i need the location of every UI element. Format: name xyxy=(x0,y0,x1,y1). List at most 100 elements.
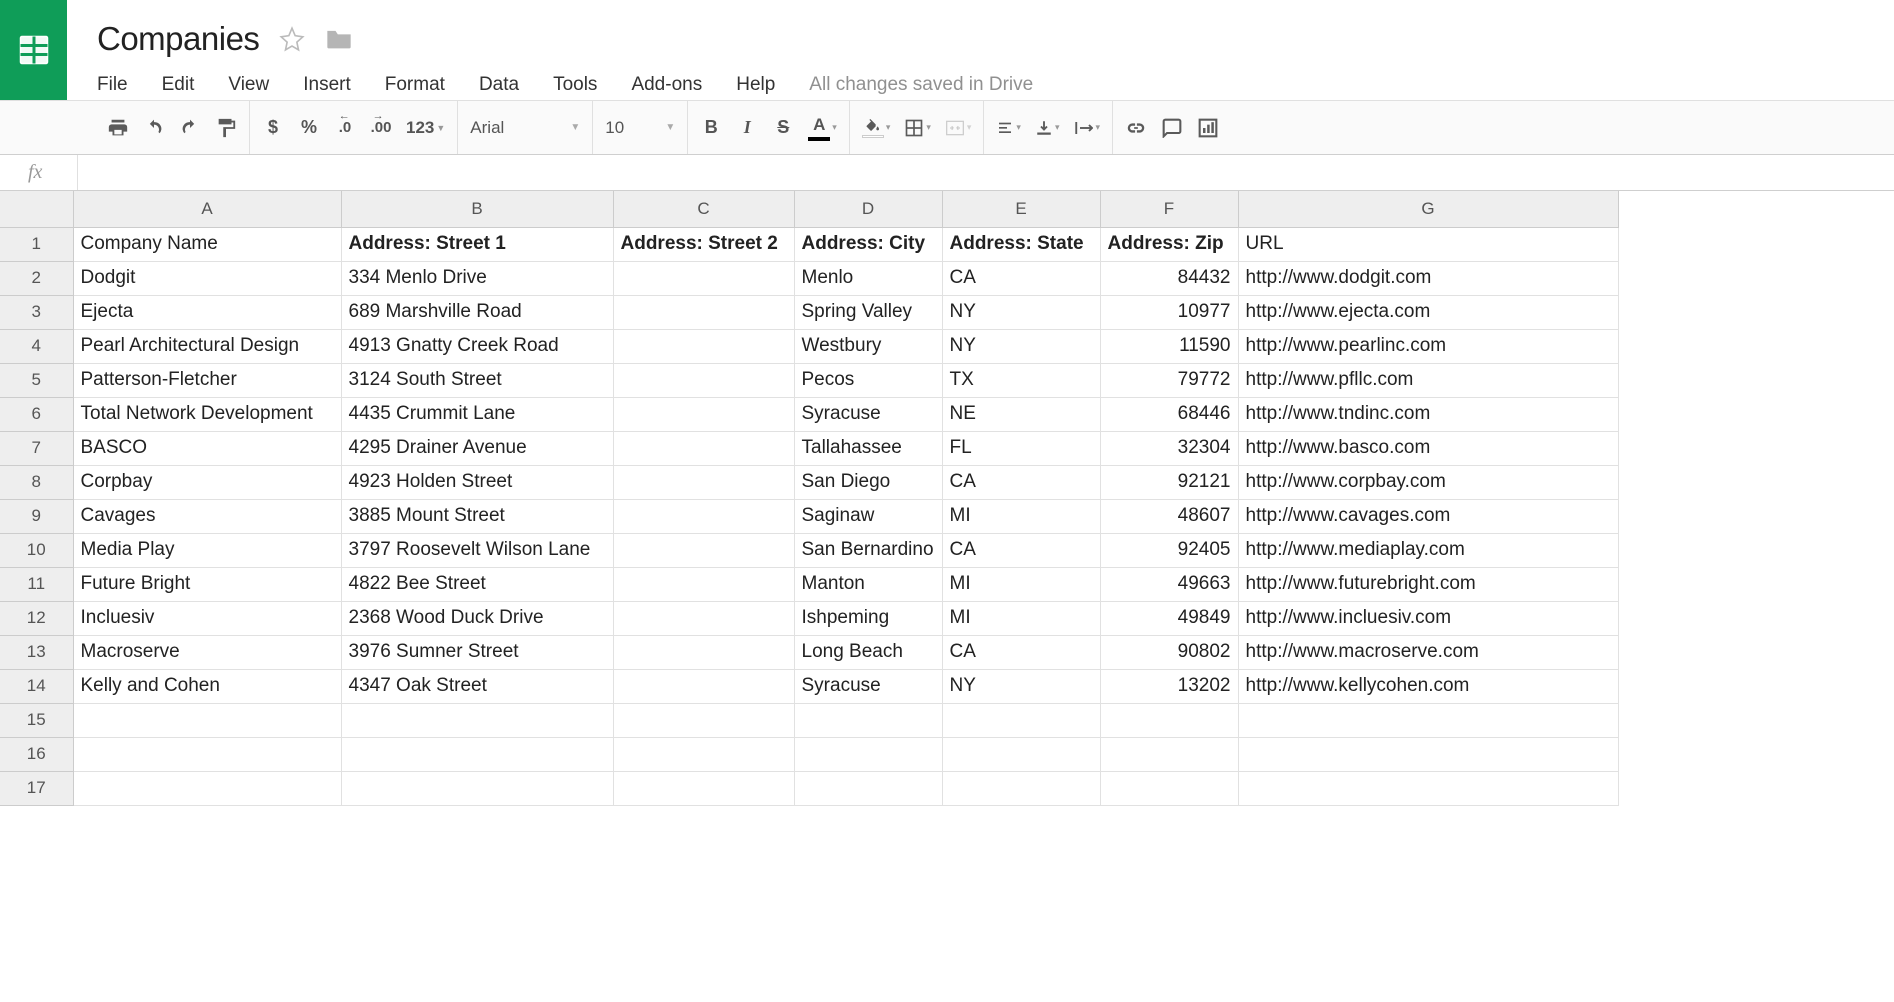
cell[interactable]: http://www.basco.com xyxy=(1238,431,1618,465)
cell[interactable] xyxy=(73,771,341,805)
cell[interactable]: http://www.futurebright.com xyxy=(1238,567,1618,601)
cell[interactable]: http://www.dodgit.com xyxy=(1238,261,1618,295)
table-row[interactable]: 14Kelly and Cohen4347 Oak StreetSyracuse… xyxy=(0,669,1618,703)
table-row[interactable]: 11Future Bright4822 Bee StreetMantonMI49… xyxy=(0,567,1618,601)
col-header-F[interactable]: F xyxy=(1100,191,1238,227)
cell[interactable]: http://www.pfllc.com xyxy=(1238,363,1618,397)
cell[interactable] xyxy=(73,737,341,771)
cell[interactable]: http://www.mediaplay.com xyxy=(1238,533,1618,567)
cell[interactable] xyxy=(613,533,794,567)
insert-chart-icon[interactable] xyxy=(1197,113,1219,143)
cell[interactable] xyxy=(1238,737,1618,771)
cell[interactable]: Kelly and Cohen xyxy=(73,669,341,703)
cell[interactable]: 13202 xyxy=(1100,669,1238,703)
table-row[interactable]: 4Pearl Architectural Design4913 Gnatty C… xyxy=(0,329,1618,363)
col-header-E[interactable]: E xyxy=(942,191,1100,227)
cell[interactable] xyxy=(613,465,794,499)
cell[interactable] xyxy=(613,703,794,737)
cell[interactable] xyxy=(613,329,794,363)
cell[interactable]: Spring Valley xyxy=(794,295,942,329)
cell[interactable] xyxy=(73,703,341,737)
spreadsheet-grid[interactable]: ABCDEFG1Company NameAddress: Street 1Add… xyxy=(0,191,1894,806)
cell[interactable]: 10977 xyxy=(1100,295,1238,329)
cell[interactable]: NE xyxy=(942,397,1100,431)
cell[interactable]: 48607 xyxy=(1100,499,1238,533)
cell[interactable]: NY xyxy=(942,295,1100,329)
cell[interactable] xyxy=(794,737,942,771)
cell[interactable] xyxy=(1100,737,1238,771)
cell[interactable] xyxy=(341,771,613,805)
cell[interactable] xyxy=(613,737,794,771)
menu-data[interactable]: Data xyxy=(479,74,519,96)
cell[interactable] xyxy=(613,397,794,431)
row-header-7[interactable]: 7 xyxy=(0,431,73,465)
cell[interactable] xyxy=(613,635,794,669)
cell[interactable]: Pecos xyxy=(794,363,942,397)
cell[interactable] xyxy=(794,771,942,805)
cell[interactable]: Future Bright xyxy=(73,567,341,601)
cell[interactable] xyxy=(942,703,1100,737)
col-header-B[interactable]: B xyxy=(341,191,613,227)
menu-view[interactable]: View xyxy=(228,74,269,96)
cell[interactable]: Syracuse xyxy=(794,397,942,431)
cell[interactable]: 2368 Wood Duck Drive xyxy=(341,601,613,635)
cell[interactable]: Tallahassee xyxy=(794,431,942,465)
h-align-button[interactable]: ▾ xyxy=(996,113,1021,143)
strike-button[interactable]: S xyxy=(772,113,794,143)
cell[interactable]: 4295 Drainer Avenue xyxy=(341,431,613,465)
table-row[interactable]: 3Ejecta689 Marshville RoadSpring ValleyN… xyxy=(0,295,1618,329)
cell[interactable] xyxy=(1100,703,1238,737)
menu-edit[interactable]: Edit xyxy=(162,74,195,96)
cell[interactable]: FL xyxy=(942,431,1100,465)
bold-button[interactable]: B xyxy=(700,113,722,143)
cell[interactable]: MI xyxy=(942,567,1100,601)
cell[interactable]: Pearl Architectural Design xyxy=(73,329,341,363)
cell[interactable]: Dodgit xyxy=(73,261,341,295)
cell[interactable]: 3976 Sumner Street xyxy=(341,635,613,669)
cell[interactable]: http://www.pearlinc.com xyxy=(1238,329,1618,363)
cell-C1[interactable]: Address: Street 2 xyxy=(613,227,794,261)
cell[interactable]: Menlo xyxy=(794,261,942,295)
cell[interactable]: Manton xyxy=(794,567,942,601)
cell[interactable] xyxy=(613,431,794,465)
cell[interactable]: 689 Marshville Road xyxy=(341,295,613,329)
cell-D1[interactable]: Address: City xyxy=(794,227,942,261)
cell[interactable] xyxy=(341,737,613,771)
table-row[interactable]: 9Cavages3885 Mount StreetSaginawMI48607h… xyxy=(0,499,1618,533)
undo-icon[interactable] xyxy=(143,113,165,143)
sheets-logo[interactable] xyxy=(0,0,67,100)
cell[interactable]: MI xyxy=(942,499,1100,533)
row-header-17[interactable]: 17 xyxy=(0,771,73,805)
borders-button[interactable]: ▾ xyxy=(904,113,931,143)
format-percent[interactable]: % xyxy=(298,113,320,143)
cell[interactable]: 92121 xyxy=(1100,465,1238,499)
cell[interactable]: TX xyxy=(942,363,1100,397)
v-align-button[interactable]: ▾ xyxy=(1035,113,1060,143)
cell[interactable] xyxy=(613,499,794,533)
cell[interactable] xyxy=(613,669,794,703)
more-formats[interactable]: 123▼ xyxy=(406,113,445,143)
cell[interactable]: Westbury xyxy=(794,329,942,363)
row-header-16[interactable]: 16 xyxy=(0,737,73,771)
row-header-12[interactable]: 12 xyxy=(0,601,73,635)
paint-format-icon[interactable] xyxy=(215,113,237,143)
cell[interactable]: http://www.corpbay.com xyxy=(1238,465,1618,499)
row-header-10[interactable]: 10 xyxy=(0,533,73,567)
print-icon[interactable] xyxy=(107,113,129,143)
col-header-D[interactable]: D xyxy=(794,191,942,227)
star-icon[interactable] xyxy=(279,26,305,52)
table-row[interactable]: 15 xyxy=(0,703,1618,737)
cell-B1[interactable]: Address: Street 1 xyxy=(341,227,613,261)
cell[interactable] xyxy=(341,703,613,737)
cell[interactable] xyxy=(613,601,794,635)
cell[interactable]: 92405 xyxy=(1100,533,1238,567)
cell[interactable]: MI xyxy=(942,601,1100,635)
cell[interactable]: http://www.ejecta.com xyxy=(1238,295,1618,329)
table-row[interactable]: 10Media Play3797 Roosevelt Wilson LaneSa… xyxy=(0,533,1618,567)
row-header-2[interactable]: 2 xyxy=(0,261,73,295)
cell[interactable]: CA xyxy=(942,261,1100,295)
table-row[interactable]: 2Dodgit334 Menlo DriveMenloCA84432http:/… xyxy=(0,261,1618,295)
cell[interactable]: http://www.incluesiv.com xyxy=(1238,601,1618,635)
cell[interactable]: NY xyxy=(942,329,1100,363)
menu-insert[interactable]: Insert xyxy=(303,74,351,96)
